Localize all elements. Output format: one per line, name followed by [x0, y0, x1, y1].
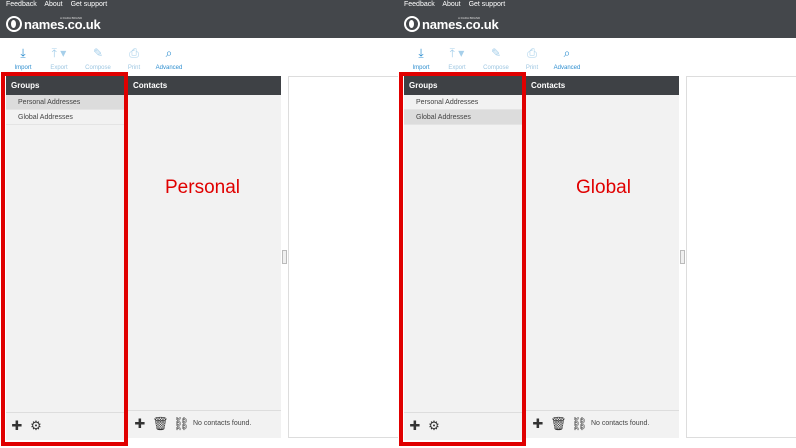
trash-icon[interactable]: 🗑 — [550, 417, 567, 431]
contact-detail-pane — [686, 76, 796, 438]
print-button[interactable]: ⎙ Print — [515, 46, 549, 71]
logo-tagline: A DADA BRAND — [458, 16, 481, 20]
import-button[interactable]: ⤓ Import — [404, 46, 438, 71]
group-item-global[interactable]: Global Addresses — [6, 110, 124, 125]
group-item-personal[interactable]: Personal Addresses — [404, 95, 522, 110]
compose-icon: ✎ — [92, 46, 104, 60]
search-icon: ⌕ — [563, 46, 571, 60]
groups-panel: Groups Personal Addresses Global Address… — [404, 76, 522, 440]
export-icon: ⤒ ▾ — [449, 46, 465, 60]
no-contacts-message: No contacts found. — [193, 420, 252, 427]
top-bar: Feedback About Get support names.co.uk A… — [0, 0, 398, 38]
add-group-button[interactable]: ✚ — [10, 419, 24, 433]
advanced-search-button[interactable]: ⌕ Advanced — [550, 46, 584, 71]
logo-icon — [6, 16, 22, 32]
contacts-footer: ✚ 🗑 ⛓ No contacts found. — [526, 410, 679, 438]
toolbar: ⤓ Import ⤒ ▾ Export ✎ Compose ⎙ Print ⌕ … — [0, 38, 398, 74]
unlink-icon[interactable]: ⛓ — [173, 417, 190, 431]
feedback-link[interactable]: Feedback — [6, 1, 37, 8]
import-button[interactable]: ⤓ Import — [6, 46, 40, 71]
add-contact-button[interactable]: ✚ — [531, 417, 545, 431]
export-button[interactable]: ⤒ ▾ Export — [42, 46, 76, 71]
print-icon: ⎙ — [129, 46, 139, 60]
groups-list: Personal Addresses Global Addresses — [6, 95, 124, 125]
compose-button[interactable]: ✎ Compose — [81, 46, 115, 71]
gear-icon[interactable]: ⚙ — [29, 419, 43, 433]
export-icon: ⤒ ▾ — [51, 46, 67, 60]
contact-detail-pane — [288, 76, 398, 438]
group-item-personal[interactable]: Personal Addresses — [6, 95, 124, 110]
logo: names.co.uk — [6, 15, 101, 33]
feedback-link[interactable]: Feedback — [404, 1, 435, 8]
global-screenshot-panel: Feedback About Get support names.co.uk A… — [398, 0, 796, 448]
gear-icon[interactable]: ⚙ — [427, 419, 441, 433]
logo-icon — [404, 16, 420, 32]
support-link[interactable]: Get support — [469, 1, 506, 8]
unlink-icon[interactable]: ⛓ — [571, 417, 588, 431]
contacts-header: Contacts — [526, 76, 679, 95]
groups-list: Personal Addresses Global Addresses — [404, 95, 522, 125]
groups-panel: Groups Personal Addresses Global Address… — [6, 76, 124, 440]
annotation-label: Personal — [165, 177, 240, 198]
contacts-header: Contacts — [128, 76, 281, 95]
print-icon: ⎙ — [527, 46, 537, 60]
import-icon: ⤓ — [20, 46, 26, 60]
compose-icon: ✎ — [490, 46, 502, 60]
trash-icon[interactable]: 🗑 — [152, 417, 169, 431]
support-link[interactable]: Get support — [71, 1, 108, 8]
import-icon: ⤓ — [418, 46, 424, 60]
logo-tagline: A DADA BRAND — [60, 16, 83, 20]
contacts-panel: Contacts ✚ 🗑 ⛓ No contacts found. — [526, 76, 679, 438]
group-item-global[interactable]: Global Addresses — [404, 110, 522, 125]
about-link[interactable]: About — [442, 1, 460, 8]
personal-screenshot-panel: Feedback About Get support names.co.uk A… — [0, 0, 398, 448]
add-group-button[interactable]: ✚ — [408, 419, 422, 433]
search-icon: ⌕ — [165, 46, 173, 60]
no-contacts-message: No contacts found. — [591, 420, 650, 427]
top-links: Feedback About Get support — [404, 1, 511, 8]
print-button[interactable]: ⎙ Print — [117, 46, 151, 71]
groups-footer: ✚ ⚙ — [6, 412, 124, 440]
groups-header: Groups — [6, 76, 124, 95]
export-button[interactable]: ⤒ ▾ Export — [440, 46, 474, 71]
toolbar: ⤓ Import ⤒ ▾ Export ✎ Compose ⎙ Print ⌕ … — [398, 38, 796, 74]
annotation-label: Global — [576, 177, 631, 198]
add-contact-button[interactable]: ✚ — [133, 417, 147, 431]
panel-splitter[interactable] — [282, 250, 287, 264]
advanced-search-button[interactable]: ⌕ Advanced — [152, 46, 186, 71]
logo: names.co.uk — [404, 15, 499, 33]
top-links: Feedback About Get support — [6, 1, 113, 8]
groups-header: Groups — [404, 76, 522, 95]
about-link[interactable]: About — [44, 1, 62, 8]
contacts-panel: Contacts ✚ 🗑 ⛓ No contacts found. — [128, 76, 281, 438]
compose-button[interactable]: ✎ Compose — [479, 46, 513, 71]
top-bar: Feedback About Get support names.co.uk A… — [398, 0, 796, 38]
contacts-footer: ✚ 🗑 ⛓ No contacts found. — [128, 410, 281, 438]
groups-footer: ✚ ⚙ — [404, 412, 522, 440]
panel-splitter[interactable] — [680, 250, 685, 264]
